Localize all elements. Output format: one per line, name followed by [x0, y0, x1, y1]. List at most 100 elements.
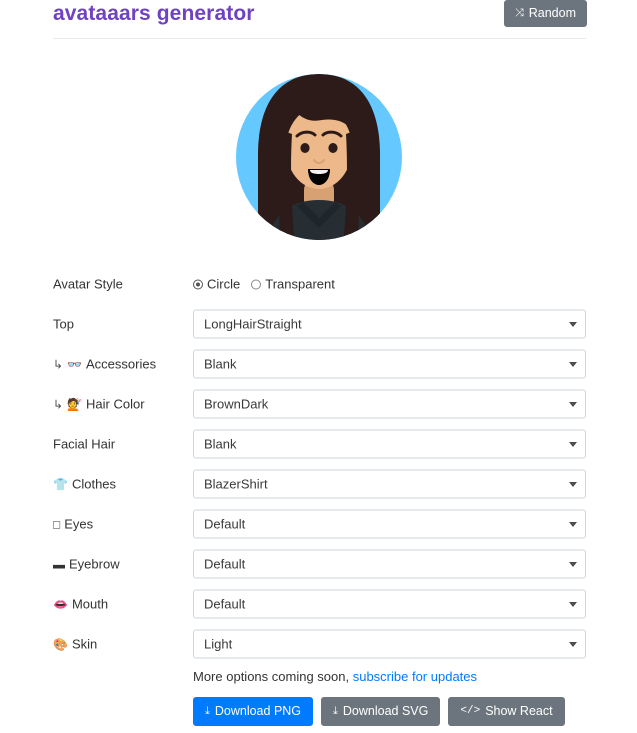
select-top[interactable]: LongHairStraight: [193, 309, 586, 339]
label-clothes-text: Clothes: [71, 476, 117, 492]
select-accessories[interactable]: Blank: [193, 349, 586, 379]
mouth-icon: 👄: [53, 597, 68, 611]
chevron-down-icon: [569, 521, 577, 527]
control-eyebrow: Default: [193, 549, 586, 579]
select-eyebrow-value: Default: [204, 556, 246, 572]
control-facial-hair: Blank: [193, 429, 586, 459]
page-header: avataaars generator ⤨ Random: [0, 0, 637, 34]
radio-label-circle: Circle: [207, 276, 241, 292]
select-hair-color-value: BrownDark: [204, 396, 269, 412]
chevron-down-icon: [569, 601, 577, 607]
form-row-avatar-style: Avatar Style Circle Transparent: [0, 264, 637, 304]
select-eyes-value: Default: [204, 516, 246, 532]
chevron-down-icon: [569, 401, 577, 407]
coming-soon-note: More options coming soon, subscribe for …: [193, 669, 477, 684]
select-eyebrow[interactable]: Default: [193, 549, 586, 579]
avatar-image: [235, 74, 402, 240]
label-facial-hair-text: Facial Hair: [53, 436, 116, 452]
eye-left: [299, 143, 310, 153]
random-button-label: Random: [528, 6, 576, 21]
control-mouth: Default: [193, 589, 586, 619]
avataaars-generator-page: avataaars generator ⤨ Random Avatar Styl…: [0, 0, 637, 733]
label-hair-color-text: Hair Color: [86, 396, 145, 412]
select-mouth[interactable]: Default: [193, 589, 586, 619]
chevron-down-icon: [569, 321, 577, 327]
label-eyebrow-text: Eyebrow: [69, 556, 120, 572]
select-skin-value: Light: [204, 636, 233, 652]
palette-icon: 🎨: [53, 637, 68, 651]
label-eyes-text: Eyes: [64, 516, 94, 532]
collar-highlight: [345, 236, 368, 240]
radio-option-transparent[interactable]: Transparent: [251, 277, 335, 292]
label-top: Top: [53, 317, 74, 332]
radio-dot-circle[interactable]: [193, 279, 203, 289]
chevron-down-icon: [569, 441, 577, 447]
label-eyes: □ Eyes: [53, 517, 93, 532]
control-eyes: Default: [193, 509, 586, 539]
download-svg-label: Download SVG: [342, 704, 429, 719]
label-skin: 🎨 Skin: [53, 637, 97, 652]
download-svg-button[interactable]: ⤓ Download SVG: [321, 697, 441, 726]
label-top-text: Top: [53, 316, 74, 332]
select-clothes[interactable]: BlazerShirt: [193, 469, 586, 499]
page-title: avataaars generator: [53, 2, 255, 25]
chevron-down-icon: [569, 561, 577, 567]
eyes-icon: □: [53, 517, 61, 531]
form-row-accessories: ↳ 👓 Accessories Blank: [0, 344, 637, 384]
label-eyebrow: ▬ Eyebrow: [53, 557, 120, 572]
subscribe-link[interactable]: subscribe for updates: [353, 669, 477, 684]
label-skin-text: Skin: [71, 636, 98, 652]
select-mouth-value: Default: [204, 596, 246, 612]
select-facial-hair-value: Blank: [204, 436, 237, 452]
label-hair-color: ↳ 💇 Hair Color: [53, 397, 145, 412]
control-accessories: Blank: [193, 349, 586, 379]
form-row-top: Top LongHairStraight: [0, 304, 637, 344]
download-png-button[interactable]: ⤓ Download PNG: [193, 697, 314, 726]
form-row-clothes: 👕 Clothes BlazerShirt: [0, 464, 637, 504]
chevron-down-icon: [569, 361, 577, 367]
control-avatar-style: Circle Transparent: [193, 277, 586, 292]
avatar-style-radio-group: Circle Transparent: [193, 277, 586, 292]
glasses-icon: 👓: [67, 357, 83, 371]
download-icon: ⤓: [333, 705, 338, 717]
radio-option-circle[interactable]: Circle: [193, 277, 240, 292]
header-divider: [53, 38, 586, 39]
label-mouth: 👄 Mouth: [53, 597, 108, 612]
form-row-facial-hair: Facial Hair Blank: [0, 424, 637, 464]
coming-soon-text: More options coming soon,: [193, 669, 350, 684]
control-clothes: BlazerShirt: [193, 469, 586, 499]
form-row-eyes: □ Eyes Default: [0, 504, 637, 544]
download-icon: ⤓: [205, 705, 210, 717]
eyebrow-icon: ▬: [53, 557, 65, 571]
select-top-value: LongHairStraight: [204, 316, 302, 332]
label-mouth-text: Mouth: [71, 596, 109, 612]
select-facial-hair[interactable]: Blank: [193, 429, 586, 459]
download-png-label: Download PNG: [214, 704, 302, 719]
form-row-hair-color: ↳ 💇 Hair Color BrownDark: [0, 384, 637, 424]
code-icon: </>: [460, 705, 481, 717]
select-clothes-value: BlazerShirt: [204, 476, 268, 492]
chevron-down-icon: [569, 481, 577, 487]
form-row-mouth: 👄 Mouth Default: [0, 584, 637, 624]
chevron-down-icon: [569, 641, 577, 647]
control-top: LongHairStraight: [193, 309, 586, 339]
eye-right: [327, 143, 338, 153]
label-accessories: ↳ 👓 Accessories: [53, 357, 156, 372]
control-skin: Light: [193, 629, 586, 659]
tshirt-icon: 👕: [53, 477, 68, 491]
select-eyes[interactable]: Default: [193, 509, 586, 539]
radio-dot-transparent[interactable]: [251, 279, 262, 289]
show-react-button[interactable]: </> Show React: [448, 697, 565, 726]
avatar-preview: [0, 60, 637, 254]
form-row-skin: 🎨 Skin Light: [0, 624, 637, 664]
form-row-eyebrow: ▬ Eyebrow Default: [0, 544, 637, 584]
radio-label-transparent: Transparent: [265, 276, 335, 292]
label-accessories-text: Accessories: [86, 356, 157, 372]
random-button[interactable]: ⤨ Random: [503, 0, 587, 27]
label-clothes: 👕 Clothes: [53, 477, 116, 492]
select-hair-color[interactable]: BrownDark: [193, 389, 586, 419]
sub-option-arrow-icon: ↳: [53, 357, 64, 371]
select-skin[interactable]: Light: [193, 629, 586, 659]
haircut-icon: 💇: [67, 397, 83, 411]
action-button-bar: ⤓ Download PNG ⤓ Download SVG </> Show R…: [193, 697, 565, 726]
